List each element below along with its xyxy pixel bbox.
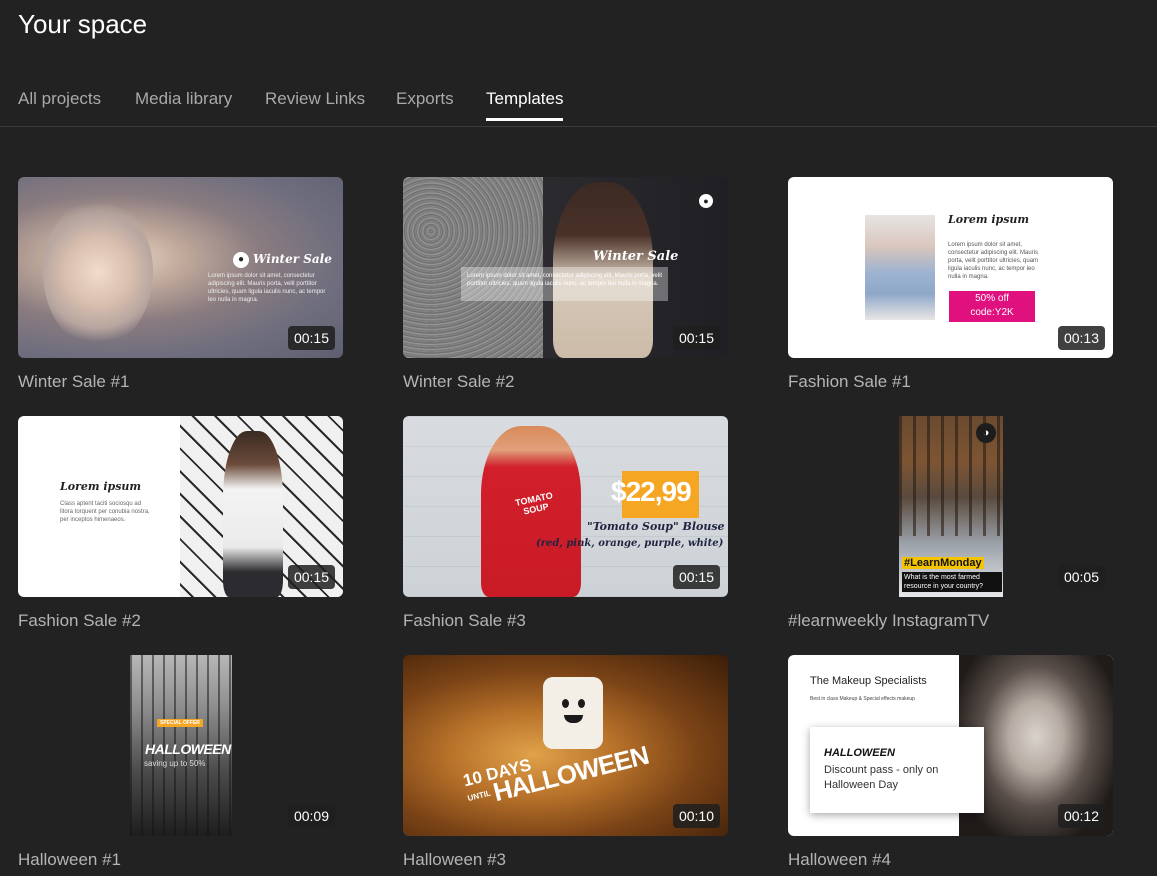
ghost-mouth	[564, 715, 583, 723]
tab-bar: All projects Media library Review Links …	[0, 80, 1157, 127]
countdown-line: UNTIL	[466, 788, 492, 804]
duration-badge: 00:05	[1057, 565, 1105, 589]
template-thumbnail[interactable]: ● Winter Sale Lorem ipsum dolor sit amet…	[18, 177, 343, 358]
brand-logo-icon: ●	[233, 252, 249, 268]
model-image	[223, 431, 283, 597]
overlay-subtext: saving up to 50%	[144, 759, 206, 768]
ghost-eye	[578, 699, 585, 708]
template-title[interactable]: Fashion Sale #2	[18, 611, 343, 631]
template-card[interactable]: Lorem ipsum Lorem ipsum dolor sit amet, …	[788, 177, 1113, 392]
hashtag-label: #LearnMonday	[902, 557, 984, 569]
portrait-image	[43, 197, 153, 347]
promo-code: code:Y2K	[970, 307, 1014, 318]
duration-badge: 00:15	[287, 326, 335, 350]
template-title[interactable]: Halloween #4	[788, 850, 1113, 870]
tab-exports[interactable]: Exports	[396, 89, 454, 121]
tab-media-library[interactable]: Media library	[135, 89, 232, 121]
template-title[interactable]: Winter Sale #2	[403, 372, 728, 392]
brand-logo-icon: ●	[699, 194, 713, 208]
forest-image: ◑ #LearnMonday What is the most farmed r…	[899, 416, 1003, 597]
template-card[interactable]: ◑ #LearnMonday What is the most farmed r…	[788, 416, 1113, 631]
template-thumbnail[interactable]: ● Winter Sale Lorem ipsum dolor sit amet…	[403, 177, 728, 358]
overlay-body: Class aptent taciti sociosqu ad litora t…	[60, 501, 150, 523]
template-title[interactable]: Halloween #3	[403, 850, 728, 870]
promo-box: 50% off code:Y2K	[949, 291, 1035, 322]
duration-badge: 00:10	[672, 804, 720, 828]
template-thumbnail[interactable]: ◑ #LearnMonday What is the most farmed r…	[788, 416, 1113, 597]
template-thumbnail[interactable]: TOMATO SOUP $22,99 "Tomato Soup" Blouse …	[403, 416, 728, 597]
promo-line: 50% off	[975, 293, 1009, 304]
tab-templates[interactable]: Templates	[486, 89, 564, 121]
overlay-heading: HALLOWEEN	[145, 741, 231, 757]
overlay-heading: Winter Sale	[593, 249, 679, 264]
brand-logo-icon: ◑	[976, 423, 996, 443]
template-title[interactable]: Halloween #1	[18, 850, 343, 870]
template-thumbnail[interactable]: SPECIAL OFFER HALLOWEEN saving up to 50%…	[18, 655, 343, 836]
product-name: "Tomato Soup" Blouse	[587, 520, 725, 533]
template-title[interactable]: #learnweekly InstagramTV	[788, 611, 1113, 631]
overlay-heading: Lorem ipsum	[948, 213, 1030, 226]
template-card[interactable]: Lorem ipsum Class aptent taciti sociosqu…	[18, 416, 343, 631]
tab-review-links[interactable]: Review Links	[265, 89, 365, 121]
product-colors: (red, pink, orange, purple, white)	[536, 538, 724, 549]
template-card[interactable]: 10 DAYS UNTIL HALLOWEEN 00:10 Halloween …	[403, 655, 728, 870]
offer-body: Discount pass - only on Halloween Day	[824, 764, 939, 791]
template-title[interactable]: Fashion Sale #3	[403, 611, 728, 631]
template-title[interactable]: Fashion Sale #1	[788, 372, 1113, 392]
template-card[interactable]: ● Winter Sale Lorem ipsum dolor sit amet…	[18, 177, 343, 392]
brand-tagline: Best in class Makeup & Special effects m…	[810, 696, 915, 702]
model-image	[865, 215, 935, 320]
overlay-body: Lorem ipsum dolor sit amet, consectetur …	[467, 273, 663, 287]
page-title: Your space	[18, 9, 148, 39]
overlay-heading: Lorem ipsum	[60, 480, 142, 493]
offer-tag: SPECIAL OFFER	[157, 719, 203, 727]
overlay-heading: Winter Sale	[253, 252, 332, 266]
overlay-body: Lorem ipsum dolor sit amet, consectetur …	[948, 242, 1039, 280]
template-thumbnail[interactable]: Lorem ipsum Lorem ipsum dolor sit amet, …	[788, 177, 1113, 358]
template-card[interactable]: SPECIAL OFFER HALLOWEEN saving up to 50%…	[18, 655, 343, 870]
template-thumbnail[interactable]: Lorem ipsum Class aptent taciti sociosqu…	[18, 416, 343, 597]
duration-badge: 00:13	[1057, 326, 1105, 350]
price-label: $22,99	[611, 476, 692, 507]
duration-badge: 00:12	[1057, 804, 1105, 828]
template-card[interactable]: TOMATO SOUP $22,99 "Tomato Soup" Blouse …	[403, 416, 728, 631]
brand-name: The Makeup Specialists	[810, 675, 927, 687]
offer-heading: HALLOWEEN	[824, 747, 895, 759]
overlay-body: Lorem ipsum dolor sit amet, consectetur …	[208, 273, 326, 303]
template-thumbnail[interactable]: The Makeup Specialists Best in class Mak…	[788, 655, 1113, 836]
template-title[interactable]: Winter Sale #1	[18, 372, 343, 392]
duration-badge: 00:09	[287, 804, 335, 828]
foggy-forest-image: SPECIAL OFFER HALLOWEEN saving up to 50%	[130, 655, 232, 836]
template-card[interactable]: ● Winter Sale Lorem ipsum dolor sit amet…	[403, 177, 728, 392]
template-card[interactable]: The Makeup Specialists Best in class Mak…	[788, 655, 1113, 870]
template-thumbnail[interactable]: 10 DAYS UNTIL HALLOWEEN 00:10	[403, 655, 728, 836]
duration-badge: 00:15	[287, 565, 335, 589]
duration-badge: 00:15	[672, 326, 720, 350]
duration-badge: 00:15	[672, 565, 720, 589]
ghost-eye	[562, 699, 569, 708]
tab-all-projects[interactable]: All projects	[18, 89, 101, 121]
question-text: What is the most farmed resource in your…	[902, 572, 1002, 592]
ghost-decoration	[543, 677, 603, 749]
